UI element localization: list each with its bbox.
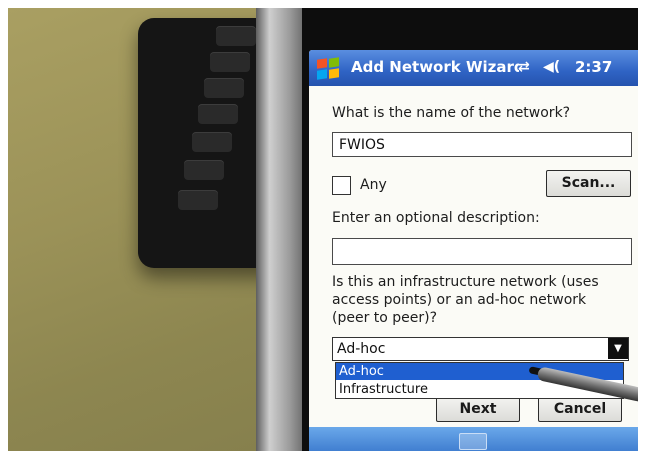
next-label: Next (459, 401, 497, 417)
menu-bar (309, 427, 638, 451)
clock[interactable]: 2:37 (575, 58, 612, 76)
photo-frame: Add Network Wizard ⇄ ◀( 2:37 What is the… (8, 8, 638, 451)
cancel-label: Cancel (553, 401, 607, 417)
any-checkbox[interactable] (332, 176, 351, 195)
scan-button[interactable]: Scan... (546, 170, 631, 197)
network-name-value: FWIOS (339, 137, 385, 153)
description-field[interactable] (332, 238, 632, 265)
keyboard-icon[interactable] (459, 433, 487, 450)
connectivity-arrows-icon[interactable]: ⇄ (518, 59, 530, 75)
network-type-question-line3: (peer to peer)? (332, 310, 438, 326)
network-type-select[interactable]: Ad-hoc ▼ (332, 337, 629, 361)
windows-flag-icon[interactable] (317, 57, 341, 80)
network-name-question: What is the name of the network? (332, 105, 571, 121)
window-title: Add Network Wizard (351, 58, 519, 76)
network-type-selected: Ad-hoc (337, 341, 386, 357)
description-question: Enter an optional description: (332, 210, 540, 226)
network-name-field[interactable]: FWIOS (332, 132, 632, 157)
cancel-button[interactable]: Cancel (538, 397, 622, 422)
title-bar: Add Network Wizard ⇄ ◀( 2:37 (309, 50, 638, 86)
network-type-question-line2: access points) or an ad-hoc network (332, 292, 587, 308)
network-type-question-line1: Is this an infrastructure network (uses (332, 274, 599, 290)
next-button[interactable]: Next (436, 397, 520, 422)
chevron-down-icon[interactable]: ▼ (608, 338, 628, 359)
scan-label: Scan... (561, 175, 616, 191)
any-label: Any (360, 177, 387, 193)
speaker-icon[interactable]: ◀( (543, 59, 560, 75)
